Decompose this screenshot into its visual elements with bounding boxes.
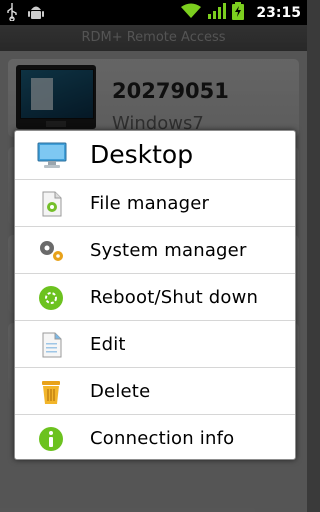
desktop-icon: [37, 141, 67, 169]
android-debug-icon: [28, 3, 44, 25]
system-manager-icon: [37, 237, 65, 265]
menu-item-label: System manager: [90, 240, 247, 261]
edit-icon: [37, 331, 65, 359]
menu-item-system-manager[interactable]: System manager: [15, 227, 295, 273]
menu-item-file-manager[interactable]: File manager: [15, 180, 295, 226]
menu-item-connection-info[interactable]: Connection info: [15, 415, 295, 461]
context-menu: Desktop File manager System manager Rebo…: [14, 130, 296, 460]
menu-item-edit[interactable]: Edit: [15, 321, 295, 367]
menu-item-reboot[interactable]: Reboot/Shut down: [15, 274, 295, 320]
menu-item-label: Delete: [90, 381, 151, 402]
signal-icon: [208, 2, 227, 23]
reboot-icon: [37, 284, 65, 312]
status-bar: 23:15: [0, 0, 307, 25]
menu-item-label: Edit: [90, 334, 126, 355]
wifi-icon: [180, 3, 202, 23]
usb-icon: [6, 3, 18, 25]
menu-item-label: Connection info: [90, 428, 235, 449]
menu-title: Desktop: [90, 140, 194, 169]
battery-icon: [232, 1, 245, 24]
menu-item-delete[interactable]: Delete: [15, 368, 295, 414]
status-clock: 23:15: [256, 4, 301, 21]
menu-item-label: Reboot/Shut down: [90, 287, 259, 308]
menu-item-label: File manager: [90, 193, 210, 214]
menu-header: Desktop: [15, 131, 295, 179]
delete-icon: [37, 378, 65, 406]
info-icon: [37, 425, 65, 453]
file-manager-icon: [37, 190, 65, 218]
